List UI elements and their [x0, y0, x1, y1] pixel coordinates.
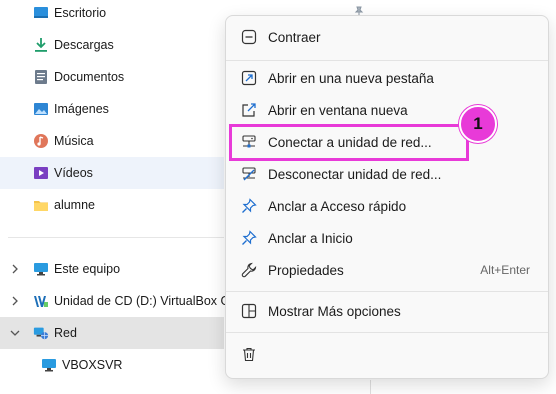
new-tab-icon: [240, 69, 258, 87]
chevron-right-icon[interactable]: [9, 263, 21, 275]
nav-item-label: Imágenes: [54, 102, 109, 116]
nav-item-descargas[interactable]: Descargas: [0, 29, 224, 61]
nav-item-escritorio[interactable]: Escritorio: [0, 0, 224, 29]
wrench-icon: [240, 261, 258, 279]
nav-item-videos[interactable]: Vídeos: [0, 157, 224, 189]
menu-item-anclar-inicio[interactable]: Anclar a Inicio: [230, 223, 544, 253]
nav-item-label: Música: [54, 134, 94, 148]
nav-item-label: alumne: [54, 198, 95, 212]
menu-item-label: Anclar a Inicio: [268, 230, 353, 246]
menu-item-abrir-ventana-nueva[interactable]: Abrir en ventana nueva: [230, 95, 544, 125]
context-menu: Contraer Abrir en una nueva pestaña Abri…: [225, 15, 549, 379]
collapse-icon: [240, 28, 258, 46]
tree-item-label: VBOXSVR: [62, 358, 123, 372]
menu-item-mostrar-mas-opciones[interactable]: Mostrar Más opciones: [230, 296, 544, 326]
menu-separator: [226, 60, 548, 61]
nav-item-musica[interactable]: Música: [0, 125, 224, 157]
menu-item-label: Anclar a Acceso rápido: [268, 198, 407, 214]
desktop-icon: [33, 5, 49, 21]
tree-item-label: Este equipo: [54, 262, 121, 276]
menu-item-label: Mostrar Más opciones: [268, 303, 401, 319]
cd-drive-icon: [33, 293, 49, 309]
step-callout-badge: 1: [459, 105, 497, 143]
new-window-icon: [240, 101, 258, 119]
nav-item-label: Documentos: [54, 70, 125, 84]
navigation-pane: Escritorio Descargas Documentos Imágenes…: [0, 0, 237, 394]
menu-item-label: Abrir en una nueva pestaña: [268, 70, 434, 86]
menu-item-propiedades[interactable]: Propiedades Alt+Enter: [230, 255, 544, 285]
computer-icon: [41, 357, 57, 373]
download-icon: [33, 37, 49, 53]
video-icon: [33, 165, 49, 181]
menu-item-contraer[interactable]: Contraer: [230, 22, 544, 52]
menu-separator: [226, 332, 548, 333]
nav-item-label: Escritorio: [54, 6, 107, 20]
pin-start-icon: [240, 229, 258, 247]
image-icon: [33, 101, 49, 117]
menu-item-desconectar-unidad-red[interactable]: Desconectar unidad de red...: [230, 159, 544, 189]
tree-item-cd-drive[interactable]: Unidad de CD (D:) VirtualBox Gu: [0, 285, 237, 317]
menu-separator: [226, 291, 548, 292]
highlight-box: [229, 124, 469, 161]
more-options-icon: [240, 302, 258, 320]
document-icon: [33, 69, 49, 85]
tree-item-este-equipo[interactable]: Este equipo: [0, 253, 224, 285]
nav-item-documentos[interactable]: Documentos: [0, 61, 224, 93]
menu-item-label: Desconectar unidad de red...: [268, 166, 442, 182]
computer-icon: [33, 261, 49, 277]
music-icon: [33, 133, 49, 149]
tree-item-label: Unidad de CD (D:) VirtualBox Gu: [54, 294, 238, 308]
shortcut-label: Alt+Enter: [480, 263, 530, 277]
menu-item-abrir-nueva-pestana[interactable]: Abrir en una nueva pestaña: [230, 63, 544, 93]
menu-item-label: Contraer: [268, 29, 321, 45]
pin-icon: [240, 197, 258, 215]
chevron-right-icon[interactable]: [9, 295, 21, 307]
delete-button[interactable]: [230, 339, 270, 369]
menu-item-anclar-acceso-rapido[interactable]: Anclar a Acceso rápido: [230, 191, 544, 221]
menu-item-label: Propiedades: [268, 262, 344, 278]
tree-item-label: Red: [54, 326, 77, 340]
nav-item-alumne[interactable]: alumne: [0, 189, 224, 221]
disconnect-network-drive-icon: [240, 165, 258, 183]
nav-item-label: Descargas: [54, 38, 114, 52]
column-divider: [370, 380, 371, 394]
tree-item-red[interactable]: Red: [0, 317, 224, 349]
network-icon: [33, 325, 49, 341]
nav-item-imagenes[interactable]: Imágenes: [0, 93, 224, 125]
chevron-down-icon[interactable]: [9, 327, 21, 339]
menu-item-label: Abrir en ventana nueva: [268, 102, 408, 118]
folder-icon: [33, 197, 49, 213]
trash-icon: [240, 345, 258, 363]
nav-divider: [8, 237, 224, 238]
tree-item-vboxsvr[interactable]: VBOXSVR: [0, 349, 224, 381]
nav-item-label: Vídeos: [54, 166, 93, 180]
